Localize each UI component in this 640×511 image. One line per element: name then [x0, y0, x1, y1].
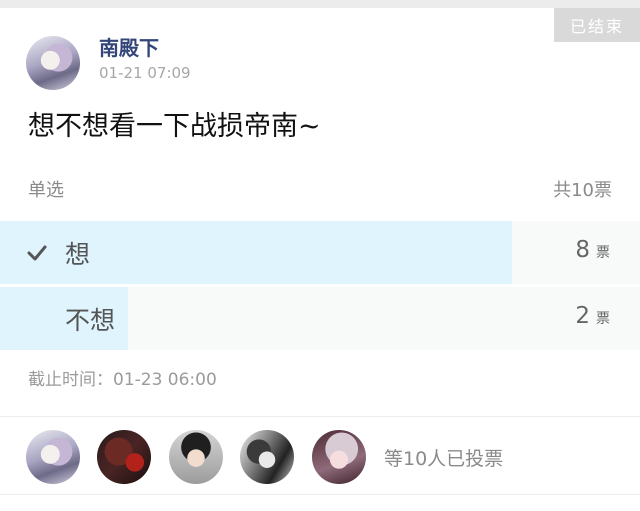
top-strip [0, 0, 640, 8]
deadline-label: 截止时间： [28, 370, 113, 390]
vote-deadline: 截止时间：01-23 06:00 [28, 365, 217, 390]
voter-avatar[interactable] [169, 430, 223, 484]
author-name[interactable]: 南殿下 [99, 32, 159, 61]
voters-count-text[interactable]: 等10人已投票 [384, 444, 503, 471]
status-badge: 已结束 [554, 8, 640, 42]
voter-avatar[interactable] [26, 430, 80, 484]
voter-avatar[interactable] [240, 430, 294, 484]
divider [0, 494, 640, 495]
vote-option-no[interactable]: 不想 2票 [0, 287, 640, 350]
voter-avatar[interactable] [97, 430, 151, 484]
vote-option-count: 2票 [575, 303, 610, 329]
deadline-value: 01-23 06:00 [113, 370, 217, 390]
vote-option-yes[interactable]: 想 8票 [0, 221, 640, 284]
vote-type-label: 单选 [28, 180, 64, 201]
vote-option-label: 不想 [65, 306, 116, 335]
divider [0, 416, 640, 417]
post-time: 01-21 07:09 [99, 64, 191, 82]
post-text: 想不想看一下战损帝南~ [28, 111, 321, 142]
vote-option-label: 想 [65, 240, 91, 269]
check-icon [27, 245, 47, 261]
vote-total: 共10票 [553, 180, 612, 201]
voter-avatar[interactable] [312, 430, 366, 484]
vote-option-count: 8票 [575, 237, 610, 263]
voters-row[interactable]: 等10人已投票 [26, 430, 626, 484]
author-avatar[interactable] [26, 36, 80, 90]
